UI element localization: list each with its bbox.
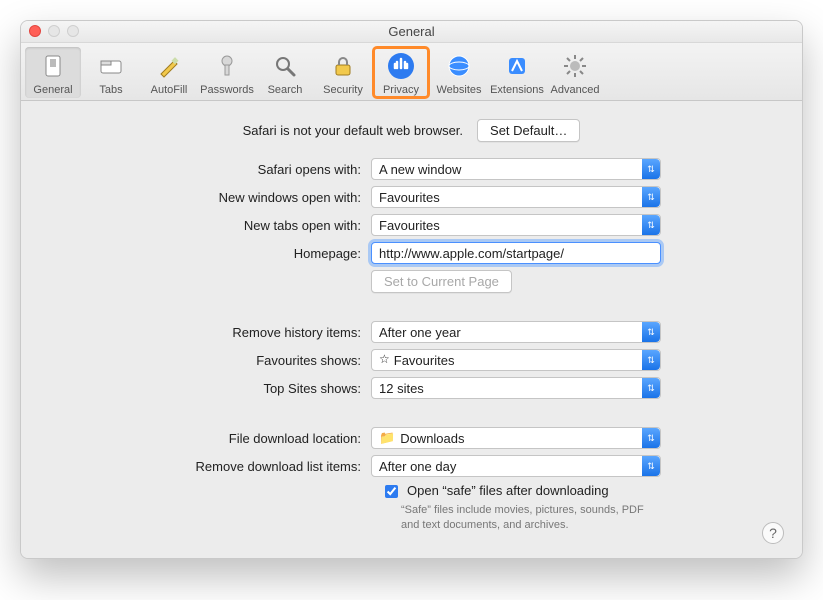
new-windows-label: New windows open with: — [41, 190, 371, 205]
preferences-body: Safari is not your default web browser. … — [21, 101, 802, 558]
open-safe-note: “Safe” files include movies, pictures, s… — [401, 503, 651, 533]
homepage-label: Homepage: — [41, 246, 371, 261]
minimize-icon — [48, 25, 60, 37]
set-to-current-button[interactable]: Set to Current Page — [371, 270, 512, 293]
star-icon: ☆ — [379, 352, 390, 366]
top-sites-label: Top Sites shows: — [41, 381, 371, 396]
autofill-icon — [153, 50, 185, 82]
tab-passwords[interactable]: Passwords — [199, 47, 255, 98]
tab-general[interactable]: General — [25, 47, 81, 98]
traffic-lights — [29, 25, 79, 37]
chevron-updown-icon: ⇅ — [642, 456, 660, 476]
homepage-input[interactable]: http://www.apple.com/startpage/ — [371, 242, 661, 264]
chevron-updown-icon: ⇅ — [642, 215, 660, 235]
window-title: General — [388, 24, 434, 39]
new-tabs-label: New tabs open with: — [41, 218, 371, 233]
tab-extensions[interactable]: Extensions — [489, 47, 545, 98]
new-tabs-select[interactable]: Favourites ⇅ — [371, 214, 661, 236]
open-safe-label: Open “safe” files after downloading — [407, 483, 609, 498]
new-windows-select[interactable]: Favourites ⇅ — [371, 186, 661, 208]
favourites-shows-label: Favourites shows: — [41, 353, 371, 368]
passwords-icon — [211, 50, 243, 82]
chevron-updown-icon: ⇅ — [642, 322, 660, 342]
titlebar: General — [21, 21, 802, 43]
chevron-updown-icon: ⇅ — [642, 428, 660, 448]
opens-with-select[interactable]: A new window ⇅ — [371, 158, 661, 180]
advanced-icon — [559, 50, 591, 82]
close-icon[interactable] — [29, 25, 41, 37]
default-browser-message: Safari is not your default web browser. — [243, 123, 463, 138]
security-icon — [327, 50, 359, 82]
tab-websites[interactable]: Websites — [431, 47, 487, 98]
favourites-shows-select[interactable]: ☆ Favourites ⇅ — [371, 349, 661, 371]
tab-advanced[interactable]: Advanced — [547, 47, 603, 98]
preferences-window: General General Tabs AutoFill Passwords — [20, 20, 803, 559]
tab-security[interactable]: Security — [315, 47, 371, 98]
chevron-updown-icon: ⇅ — [642, 350, 660, 370]
tab-privacy[interactable]: Privacy — [373, 47, 429, 98]
help-button[interactable]: ? — [762, 522, 784, 544]
download-loc-select[interactable]: 📁 Downloads ⇅ — [371, 427, 661, 449]
chevron-updown-icon: ⇅ — [642, 187, 660, 207]
remove-dl-label: Remove download list items: — [41, 459, 371, 474]
opens-with-label: Safari opens with: — [41, 162, 371, 177]
tabs-icon — [95, 50, 127, 82]
privacy-icon — [385, 50, 417, 82]
open-safe-checkbox[interactable] — [385, 485, 398, 498]
folder-icon: 📁 — [379, 430, 395, 446]
websites-icon — [443, 50, 475, 82]
set-default-button[interactable]: Set Default… — [477, 119, 580, 142]
toolbar: General Tabs AutoFill Passwords Search — [21, 43, 802, 101]
download-loc-label: File download location: — [41, 431, 371, 446]
tab-autofill[interactable]: AutoFill — [141, 47, 197, 98]
search-icon — [269, 50, 301, 82]
top-sites-select[interactable]: 12 sites ⇅ — [371, 377, 661, 399]
remove-history-label: Remove history items: — [41, 325, 371, 340]
chevron-updown-icon: ⇅ — [642, 378, 660, 398]
tab-search[interactable]: Search — [257, 47, 313, 98]
chevron-updown-icon: ⇅ — [642, 159, 660, 179]
general-icon — [37, 50, 69, 82]
tab-tabs[interactable]: Tabs — [83, 47, 139, 98]
zoom-icon — [67, 25, 79, 37]
remove-history-select[interactable]: After one year ⇅ — [371, 321, 661, 343]
extensions-icon — [501, 50, 533, 82]
remove-dl-select[interactable]: After one day ⇅ — [371, 455, 661, 477]
